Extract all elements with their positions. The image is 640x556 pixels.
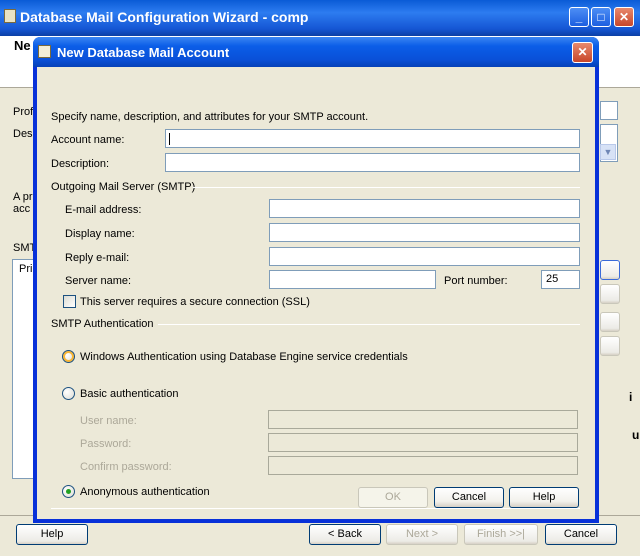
edge-text-fragment-u: u xyxy=(632,428,640,442)
display-name-input[interactable] xyxy=(269,223,580,242)
instructions-text: Specify name, description, and attribute… xyxy=(51,111,369,123)
password-label: Password: xyxy=(80,438,132,450)
wizard-help-button[interactable]: Help xyxy=(16,524,88,545)
wizard-title-bar[interactable]: Database Mail Configuration Wizard - com… xyxy=(0,0,640,36)
reply-email-label: Reply e-mail: xyxy=(65,252,130,264)
smtp-auth-group-label: SMTP Authentication xyxy=(51,318,154,330)
server-name-input[interactable] xyxy=(269,270,436,289)
ok-button[interactable]: OK xyxy=(358,487,428,508)
dialog-footer-divider xyxy=(51,508,580,509)
profile-name-label: Prof xyxy=(13,106,34,118)
display-name-label: Display name: xyxy=(65,228,135,240)
wizard-app-icon xyxy=(4,9,16,23)
user-name-input[interactable] xyxy=(268,410,578,429)
reply-email-input[interactable] xyxy=(269,247,580,266)
dialog-help-button[interactable]: Help xyxy=(509,487,579,508)
dialog-title: New Database Mail Account xyxy=(57,45,230,60)
profile-name-field[interactable] xyxy=(600,101,618,120)
dialog-close-button[interactable]: ✕ xyxy=(572,42,593,63)
account-name-input[interactable] xyxy=(165,129,580,148)
dialog-title-bar[interactable]: New Database Mail Account ✕ xyxy=(33,37,599,67)
smtp-auth-divider xyxy=(158,324,580,325)
ssl-checkbox[interactable] xyxy=(63,295,76,308)
text-cursor xyxy=(169,133,170,145)
wizard-close-button[interactable]: ✕ xyxy=(614,7,634,27)
maximize-button[interactable]: □ xyxy=(591,7,611,27)
windows-auth-label: Windows Authentication using Database En… xyxy=(80,351,408,363)
basic-auth-label: Basic authentication xyxy=(80,388,179,400)
anonymous-auth-radio[interactable] xyxy=(62,485,75,498)
new-account-dialog: New Database Mail Account ✕ Specify name… xyxy=(33,37,599,523)
wizard-cancel-button[interactable]: Cancel xyxy=(545,524,617,545)
remove-account-button[interactable] xyxy=(600,284,620,304)
description-label: Description: xyxy=(51,158,110,170)
anonymous-auth-label: Anonymous authentication xyxy=(80,486,210,498)
ssl-checkbox-label: This server requires a secure connection… xyxy=(80,296,310,308)
minimize-button[interactable]: _ xyxy=(569,7,589,27)
smtp-group-divider xyxy=(193,187,580,188)
account-name-label: Account name: xyxy=(51,134,125,146)
basic-auth-radio[interactable] xyxy=(62,387,75,400)
dialog-app-icon xyxy=(38,45,51,58)
port-number-label: Port number: xyxy=(444,275,508,287)
confirm-password-label: Confirm password: xyxy=(80,461,172,473)
wizard-page-title: Ne xyxy=(14,38,31,53)
move-down-button[interactable] xyxy=(600,336,620,356)
user-name-label: User name: xyxy=(80,415,137,427)
description-input[interactable] xyxy=(165,153,580,172)
email-address-label: E-mail address: xyxy=(65,204,142,216)
confirm-password-input[interactable] xyxy=(268,456,578,475)
intro-text: A pr xyxy=(13,191,33,203)
wizard-next-button[interactable]: Next > xyxy=(386,524,458,545)
wizard-title: Database Mail Configuration Wizard - com… xyxy=(20,9,309,25)
dialog-body: Specify name, description, and attribute… xyxy=(37,67,595,519)
intro-text-line2: acc xyxy=(13,203,31,215)
password-input[interactable] xyxy=(268,433,578,452)
port-number-input[interactable]: 25 xyxy=(541,270,580,289)
server-name-label: Server name: xyxy=(65,275,132,287)
wizard-back-button[interactable]: < Back xyxy=(309,524,381,545)
wizard-finish-button[interactable]: Finish >>| xyxy=(464,524,538,545)
move-up-button[interactable] xyxy=(600,312,620,332)
email-address-input[interactable] xyxy=(269,199,580,218)
scroll-down-icon[interactable]: ▼ xyxy=(600,144,616,160)
smtp-group-label: Outgoing Mail Server (SMTP) xyxy=(51,181,196,193)
add-account-button[interactable] xyxy=(600,260,620,280)
profile-description-label: Des xyxy=(13,128,33,140)
edge-text-fragment-i: i xyxy=(629,390,633,404)
windows-auth-radio[interactable] xyxy=(62,350,75,363)
dialog-cancel-button[interactable]: Cancel xyxy=(434,487,504,508)
